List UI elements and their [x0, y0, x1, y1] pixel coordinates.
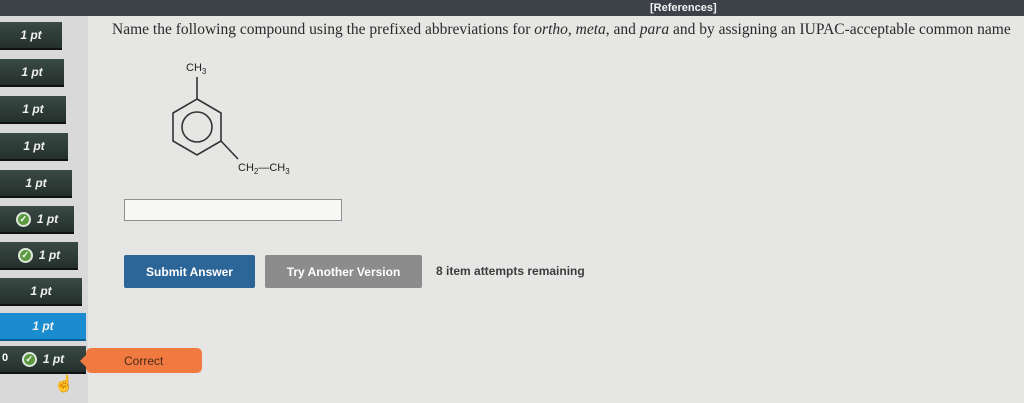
correct-label: Correct — [124, 353, 164, 368]
sidebar-item-10[interactable]: ✓ 1 pt — [0, 346, 86, 374]
answer-input[interactable] — [124, 199, 342, 221]
sidebar-item-label: 1 pt — [20, 28, 42, 42]
sidebar-item-label: 1 pt — [22, 102, 44, 116]
question-sep-2: , and — [605, 21, 640, 38]
ethyl-label: CH2—CH3 — [238, 162, 290, 176]
references-link[interactable]: [References] — [650, 0, 717, 16]
question-text: Name the following compound using the pr… — [112, 21, 1024, 39]
sidebar-item-3[interactable]: 1 pt — [0, 96, 66, 124]
sidebar-item-8[interactable]: 1 pt — [0, 278, 82, 306]
score-prefix: 0 — [2, 352, 9, 364]
sidebar-item-label: 1 pt — [36, 212, 59, 226]
question-meta: meta — [575, 21, 606, 38]
sidebar-item-6[interactable]: ✓ 1 pt — [0, 206, 74, 234]
sidebar-item-label: 1 pt — [30, 284, 52, 298]
sidebar-item-label: 1 pt — [32, 319, 54, 333]
sidebar-item-1[interactable]: 1 pt — [0, 22, 62, 50]
chemical-structure-diagram: CH3 CH2—CH3 — [172, 62, 290, 176]
methyl-label: CH3 — [186, 62, 207, 76]
question-ortho: ortho — [534, 21, 568, 38]
sidebar-item-7[interactable]: ✓ 1 pt — [0, 242, 78, 270]
sidebar-item-9[interactable]: 1 pt — [0, 313, 86, 341]
sidebar-item-label: 1 pt — [38, 248, 61, 262]
sidebar-item-5[interactable]: 1 pt — [0, 170, 72, 198]
sidebar-item-label: 1 pt — [42, 352, 65, 366]
question-part-2: and by assigning an IUPAC-acceptable com… — [669, 21, 1011, 38]
correct-feedback-badge: Correct — [86, 348, 202, 373]
top-bar: [References] — [0, 0, 1024, 16]
sidebar-item-label: 1 pt — [23, 139, 45, 153]
bond-to-ethyl — [220, 140, 239, 160]
attempts-remaining-text: 8 item attempts remaining — [436, 264, 585, 278]
benzene-ring — [172, 98, 222, 156]
check-circle-icon: ✓ — [15, 211, 31, 227]
question-sidebar: 1 pt 1 pt 1 pt 1 pt 1 pt ✓ 1 pt ✓ 1 pt 1 pt 1 pt ✓ 1… — [0, 16, 88, 403]
check-circle-icon: ✓ — [21, 351, 37, 367]
sidebar-item-label: 1 pt — [25, 176, 47, 190]
try-another-version-button[interactable]: Try Another Version — [265, 255, 422, 288]
sidebar-item-label: 1 pt — [21, 65, 43, 79]
sidebar-item-2[interactable]: 1 pt — [0, 59, 64, 87]
sidebar-item-4[interactable]: 1 pt — [0, 133, 68, 161]
check-circle-icon: ✓ — [17, 247, 33, 263]
question-sep-1: , — [567, 21, 576, 38]
submit-answer-button[interactable]: Submit Answer — [124, 255, 255, 288]
hand-cursor-icon: ☝ — [54, 376, 74, 393]
question-part-1: Name the following compound using the pr… — [112, 21, 535, 38]
question-para: para — [639, 21, 670, 38]
